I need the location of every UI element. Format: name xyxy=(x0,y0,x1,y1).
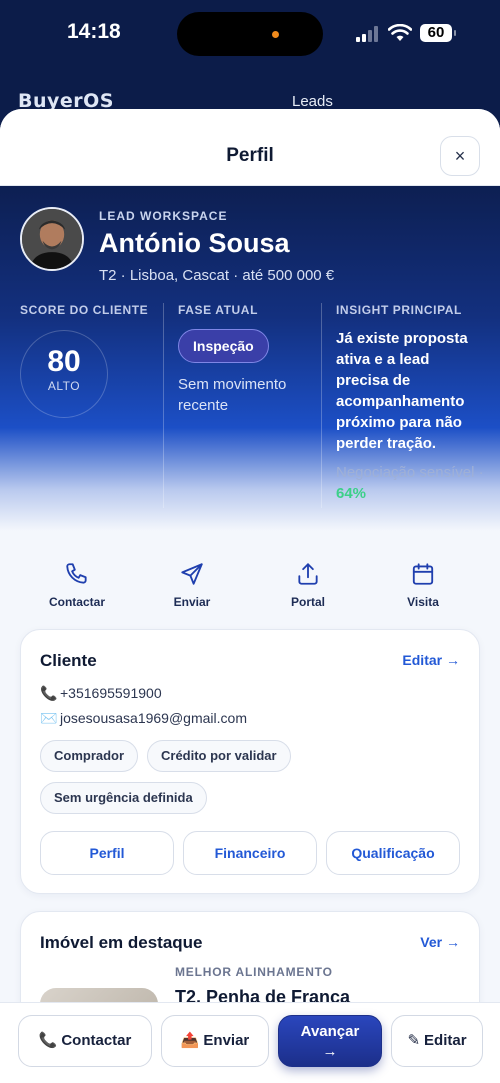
tab-perfil[interactable]: Perfil xyxy=(40,831,174,875)
signal-icon xyxy=(356,26,378,42)
phase-label: FASE ATUAL xyxy=(178,303,258,317)
workspace-eyebrow: LEAD WORKSPACE xyxy=(99,209,228,223)
avatar xyxy=(20,207,84,271)
client-phone[interactable]: 📞 +351695591900 xyxy=(40,685,162,702)
insight-label: INSIGHT PRINCIPAL xyxy=(336,303,462,317)
client-card: Cliente Editar → 📞 +351695591900 ✉️ joseso… xyxy=(20,629,480,894)
close-button[interactable]: × xyxy=(440,136,480,176)
quick-action-label: Enviar xyxy=(173,595,211,609)
phase-note: Sem movimento recente xyxy=(178,376,287,414)
insight-section: INSIGHT PRINCIPAL Já existe proposta ati… xyxy=(336,303,486,508)
quick-action-send[interactable]: Enviar xyxy=(147,561,237,609)
share-icon xyxy=(298,563,318,585)
phase-badge[interactable]: Inspeção xyxy=(178,329,269,363)
quick-actions: Contactar Enviar Portal Visita xyxy=(0,531,500,629)
contact-button[interactable]: 📞 Contactar xyxy=(18,1015,152,1067)
score-section: SCORE DO CLIENTE 80 ALTO xyxy=(20,303,164,508)
edit-button-label: Editar xyxy=(424,1032,467,1049)
tab-financeiro[interactable]: Financeiro xyxy=(183,831,317,875)
edit-button[interactable]: ✎ Editar xyxy=(391,1015,483,1067)
score-badge: 80 ALTO xyxy=(20,330,108,418)
pencil-icon: ✎ xyxy=(407,1032,421,1049)
send-button[interactable]: 📤 Enviar xyxy=(161,1015,269,1067)
dynamic-island xyxy=(177,12,323,56)
tag-chip[interactable]: Sem urgência definida xyxy=(40,782,207,814)
phone-icon xyxy=(66,563,87,584)
insight-text: Já existe proposta ativa e a lead precis… xyxy=(336,330,468,452)
quick-action-portal[interactable]: Portal xyxy=(263,561,353,609)
quick-action-label: Contactar xyxy=(48,595,105,609)
status-bar: 14:18 60 xyxy=(0,0,500,70)
phase-section: FASE ATUAL Inspeção Sem movimento recent… xyxy=(178,303,322,508)
phone-icon: 📞 xyxy=(40,685,58,701)
score-level: ALTO xyxy=(47,379,81,393)
property-eyebrow: MELHOR ALINHAMENTO xyxy=(175,965,333,979)
arrow-right-icon: → xyxy=(322,1043,338,1060)
contact-button-label: Contactar xyxy=(61,1032,132,1049)
send-button-label: Enviar xyxy=(203,1032,250,1049)
score-label: SCORE DO CLIENTE xyxy=(20,303,149,317)
header-tab-leads[interactable]: Leads xyxy=(292,93,333,110)
calendar-icon xyxy=(412,563,434,585)
insight-footer: Negociação sensível · 64% xyxy=(336,462,484,504)
view-property-link[interactable]: Ver → xyxy=(420,934,460,950)
sheet-header: Perfil × xyxy=(0,109,500,186)
insight-footer-text: Negociação sensível · xyxy=(336,464,484,481)
recording-dot-icon xyxy=(272,31,279,38)
profile-sheet: Perfil × LEAD WORKSPACE António Sousa T2… xyxy=(0,109,500,1083)
client-email-value: josesousasa1969@gmail.com xyxy=(60,710,247,726)
phone-icon: 📞 xyxy=(38,1032,58,1049)
tag-chip[interactable]: Crédito por validar xyxy=(147,740,291,772)
envelope-icon: ✉️ xyxy=(40,710,58,726)
client-phone-value: +351695591900 xyxy=(60,685,162,701)
tab-qualificacao[interactable]: Qualificação xyxy=(326,831,460,875)
inbox-tray-icon: 📤 xyxy=(180,1032,200,1049)
lead-name: António Sousa xyxy=(99,228,290,258)
status-time: 14:18 xyxy=(67,20,121,43)
lead-hero: LEAD WORKSPACE António Sousa T2 · Lisboa… xyxy=(0,186,500,531)
advance-button[interactable]: Avançar → xyxy=(278,1015,382,1067)
bottom-action-bar: 📞 Contactar 📤 Enviar Avançar → ✎ Editar xyxy=(0,1002,500,1083)
send-icon xyxy=(181,563,203,585)
app-header: BuyerOS Leads xyxy=(0,70,500,112)
edit-client-link[interactable]: Editar → xyxy=(402,652,460,668)
client-card-title: Cliente xyxy=(40,651,97,670)
wifi-icon xyxy=(388,24,412,41)
property-card-title: Imóvel em destaque xyxy=(40,933,203,952)
advance-button-label: Avançar xyxy=(300,1023,360,1040)
insight-percentage: 64% xyxy=(336,485,367,502)
lead-summary: T2 · Lisboa, Cascat · até 500 000 € xyxy=(99,267,335,284)
quick-action-label: Visita xyxy=(407,595,439,609)
quick-action-visit[interactable]: Visita xyxy=(378,561,468,609)
battery-indicator: 60 xyxy=(420,24,456,42)
client-email[interactable]: ✉️ josesousasa1969@gmail.com xyxy=(40,710,247,727)
quick-action-contact[interactable]: Contactar xyxy=(32,561,122,609)
tag-chip[interactable]: Comprador xyxy=(40,740,139,772)
sheet-title: Perfil xyxy=(226,145,274,166)
score-value: 80 xyxy=(47,345,81,378)
quick-action-label: Portal xyxy=(290,595,325,609)
